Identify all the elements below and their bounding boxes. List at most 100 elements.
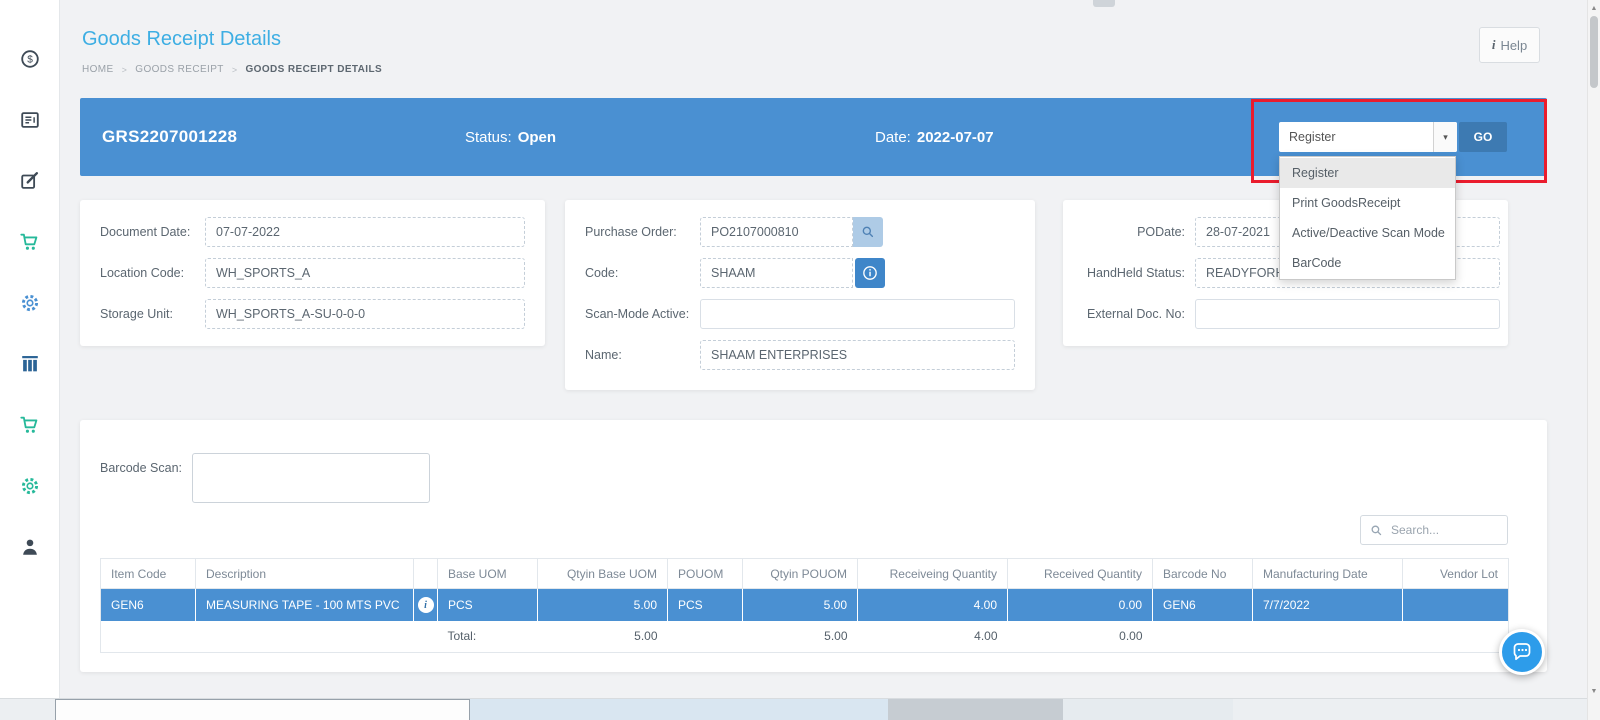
background-window-preview (1063, 699, 1233, 720)
external-doc-input[interactable] (1195, 299, 1500, 329)
page-title: Goods Receipt Details (82, 28, 281, 50)
gear-icon (21, 477, 38, 494)
sidebar-item-settings[interactable] (0, 272, 59, 333)
goods-receipt-details-screen: $ Goods Receipt Details HOME > GOODS REC… (0, 0, 1600, 720)
total-receiving-qty: 4.00 (857, 620, 1008, 653)
table-total-row: Total: 5.00 5.00 4.00 0.00 (100, 620, 1509, 653)
table-row-selected[interactable]: GEN6 MEASURING TAPE - 100 MTS PVC i PCS … (100, 588, 1509, 621)
col-receiving-qty: Receiveing Quantity (857, 558, 1008, 589)
items-section-card: Barcode Scan: Item Code Description Base… (80, 420, 1547, 672)
breadcrumb: HOME > GOODS RECEIPT > GOODS RECEIPT DET… (82, 64, 382, 75)
scrollbar-thumb[interactable] (1590, 16, 1598, 88)
vertical-scrollbar[interactable]: ▲ ▼ (1587, 0, 1600, 720)
document-date-input[interactable] (205, 217, 525, 247)
edit-icon (20, 171, 38, 189)
field-external-doc: External Doc. No: (1079, 299, 1500, 329)
background-window-preview (888, 699, 1063, 720)
field-document-date: Document Date: (100, 217, 525, 247)
svg-text:$: $ (27, 54, 33, 65)
col-base-uom: Base UOM (437, 558, 538, 589)
total-qty-base-uom: 5.00 (537, 620, 668, 653)
columns-icon (21, 355, 38, 371)
breadcrumb-home[interactable]: HOME (82, 64, 114, 75)
sidebar-item-user[interactable] (0, 516, 59, 577)
col-received-qty: Received Quantity (1007, 558, 1153, 589)
cell-barcode-no: GEN6 (1152, 588, 1253, 621)
col-description: Description (195, 558, 414, 589)
storage-unit-input[interactable] (205, 299, 525, 329)
sidebar-item-documents[interactable] (0, 89, 59, 150)
sidebar-item-cart[interactable] (0, 211, 59, 272)
field-purchase-order: Purchase Order: (585, 217, 1015, 247)
action-select[interactable]: Register ▾ (1279, 122, 1457, 152)
user-location-icon (22, 539, 37, 555)
status-value: Open (517, 128, 557, 146)
external-doc-label: External Doc. No: (1087, 307, 1185, 321)
receipt-status: Status: Open (465, 98, 556, 176)
scroll-down-icon[interactable]: ▼ (1588, 684, 1600, 698)
field-scan-mode: Scan-Mode Active: (585, 299, 1015, 329)
background-window-preview (470, 699, 888, 720)
field-name: Name: (585, 340, 1015, 370)
purchase-order-input[interactable] (700, 217, 853, 247)
scan-mode-input[interactable] (700, 299, 1015, 329)
cell-receiving-qty: 4.00 (857, 588, 1008, 621)
col-barcode-no: Barcode No (1152, 558, 1253, 589)
location-code-input[interactable] (205, 258, 525, 288)
sidebar-item-settings-2[interactable] (0, 455, 59, 516)
name-input[interactable] (700, 340, 1015, 370)
date-value: 2022-07-07 (916, 128, 994, 146)
field-code: Code: (585, 258, 1015, 288)
sidebar-item-edit[interactable] (0, 150, 59, 211)
menu-item-print-goodsreceipt[interactable]: Print GoodsReceipt (1280, 188, 1455, 218)
code-info-button[interactable] (855, 258, 885, 288)
name-label: Name: (585, 348, 622, 362)
purchase-order-card: Purchase Order: Code: Scan-Mode Active: … (565, 200, 1035, 390)
items-table: Item Code Description Base UOM Qtyin Bas… (100, 558, 1509, 653)
sidebar-item-columns[interactable] (0, 333, 59, 394)
code-input[interactable] (700, 258, 853, 288)
row-info-icon[interactable]: i (417, 597, 434, 613)
sidebar-item-finance[interactable]: $ (0, 28, 59, 89)
finance-icon: $ (20, 49, 39, 68)
menu-item-register[interactable]: Register (1280, 158, 1455, 188)
search-icon (862, 226, 874, 238)
documents-icon (20, 111, 39, 128)
col-info (413, 558, 438, 589)
chat-button[interactable] (1499, 629, 1545, 675)
barcode-scan-row: Barcode Scan: (100, 453, 430, 503)
sidebar-item-cart-2[interactable] (0, 394, 59, 455)
cell-pouom: PCS (667, 588, 743, 621)
chevron-right-icon: > (231, 64, 238, 75)
status-label: Status: (465, 128, 512, 146)
go-button[interactable]: GO (1459, 122, 1507, 152)
document-date-label: Document Date: (100, 225, 191, 239)
cell-vendor-lot (1402, 588, 1509, 621)
cell-received-qty: 0.00 (1007, 588, 1153, 621)
total-label: Total: (437, 620, 538, 653)
cart-icon (19, 416, 37, 433)
table-search-input[interactable] (1389, 522, 1498, 538)
browser-artifact (1093, 0, 1115, 7)
caret-down-icon[interactable]: ▾ (1433, 122, 1457, 152)
sidebar: $ (0, 0, 60, 698)
purchase-order-search-button[interactable] (853, 217, 883, 247)
cell-qty-pouom: 5.00 (742, 588, 858, 621)
menu-item-scan-mode[interactable]: Active/Deactive Scan Mode (1280, 218, 1455, 248)
table-header-row: Item Code Description Base UOM Qtyin Bas… (100, 558, 1509, 589)
col-qty-base-uom: Qtyin Base UOM (537, 558, 668, 589)
document-info-card: Document Date: Location Code: Storage Un… (80, 200, 545, 346)
info-icon: i (1491, 37, 1496, 52)
barcode-scan-input[interactable] (192, 453, 430, 503)
action-dropdown-menu: Register Print GoodsReceipt Active/Deact… (1279, 156, 1456, 280)
background-window-strip (0, 698, 1600, 720)
handheld-status-label: HandHeld Status: (1087, 266, 1185, 280)
breadcrumb-goods-receipt[interactable]: GOODS RECEIPT (135, 64, 224, 75)
help-button[interactable]: i Help (1479, 27, 1540, 63)
code-label: Code: (585, 266, 619, 280)
scroll-up-icon[interactable]: ▲ (1588, 1, 1600, 15)
date-label: Date: (875, 128, 911, 146)
field-location-code: Location Code: (100, 258, 525, 288)
menu-item-barcode[interactable]: BarCode (1280, 248, 1455, 278)
storage-unit-label: Storage Unit: (100, 307, 173, 321)
